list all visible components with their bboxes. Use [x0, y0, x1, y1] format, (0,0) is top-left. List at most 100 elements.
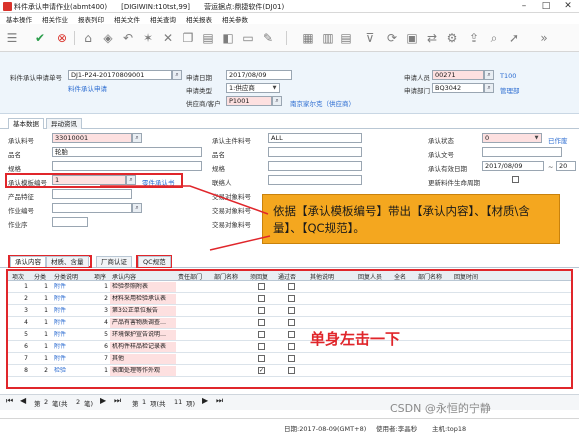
- cell-cat[interactable]: 1: [34, 295, 48, 303]
- pager-item-no[interactable]: 1: [142, 398, 146, 406]
- cell-content[interactable]: 检验参照附表: [112, 283, 176, 291]
- table-row[interactable]: 6 1 附件 6 机构件样品检记录表: [8, 342, 571, 353]
- watermark: CSDN @永恒的宁静: [390, 402, 491, 415]
- cell-seq[interactable]: 8: [12, 367, 28, 375]
- tab-qc-spec[interactable]: QC规范: [138, 256, 171, 267]
- cell-no[interactable]: 2: [94, 295, 108, 303]
- col-reply-time[interactable]: 回复时间: [454, 272, 478, 281]
- cell-cat-desc[interactable]: 附件: [54, 355, 88, 363]
- reply-checkbox[interactable]: [258, 331, 265, 338]
- cell-content[interactable]: 材料采用检验承认表: [112, 295, 176, 303]
- table-row[interactable]: 3 1 附件 3 第3公正单位报告: [8, 306, 571, 317]
- cell-no[interactable]: 1: [94, 283, 108, 291]
- cell-content[interactable]: 第3公正单位报告: [112, 307, 176, 315]
- pager-page[interactable]: 2: [44, 398, 48, 406]
- cell-seq[interactable]: 4: [12, 319, 28, 327]
- reply-checkbox[interactable]: [258, 307, 265, 314]
- last-item-icon[interactable]: ⏭: [216, 396, 223, 406]
- tab-approval-content[interactable]: 承认内容: [10, 256, 46, 267]
- cell-no[interactable]: 1: [94, 367, 108, 375]
- pager-item-of: 项(共: [150, 400, 166, 408]
- next-page-icon[interactable]: ▶: [100, 396, 106, 405]
- cell-content[interactable]: 产品有害物质调查…: [112, 319, 176, 327]
- col-dept-name2[interactable]: 部门名称: [418, 272, 442, 281]
- cell-cat-desc[interactable]: 附件: [54, 307, 88, 315]
- cell-seq[interactable]: 6: [12, 343, 28, 351]
- reply-checkbox[interactable]: [258, 319, 265, 326]
- col-fullname[interactable]: 全名: [394, 272, 406, 281]
- pager-total: 2: [76, 398, 81, 406]
- cell-cat-desc[interactable]: 附件: [54, 343, 88, 351]
- pager-item-total: 11: [174, 398, 183, 406]
- pass-checkbox[interactable]: [288, 295, 295, 302]
- cell-content[interactable]: 环境保护宣告说明…: [112, 331, 176, 339]
- cell-content[interactable]: 其他: [112, 355, 176, 363]
- table-row[interactable]: 5 1 附件 5 环境保护宣告说明…: [8, 330, 571, 341]
- reply-checkbox[interactable]: ✓: [258, 367, 265, 374]
- cell-cat[interactable]: 1: [34, 355, 48, 363]
- click-annotation: 单身左击一下: [310, 330, 401, 348]
- cell-cat-desc[interactable]: 附件: [54, 283, 88, 291]
- col-dept-name[interactable]: 部门名称: [214, 272, 238, 281]
- col-no[interactable]: 项序: [94, 272, 106, 281]
- table-row[interactable]: 8 2 检验 1 表面处理等作外观 ✓: [8, 366, 571, 377]
- col-resp-dept[interactable]: 责任部门: [178, 272, 202, 281]
- cell-no[interactable]: 6: [94, 343, 108, 351]
- last-page-icon[interactable]: ⏭: [114, 396, 121, 406]
- pager-bar: ⏮ ◀ 第 2 笔(共 2 笔) ▶ ⏭ 第 1 项(共 11 项) ▶ ⏭: [0, 394, 579, 410]
- pass-checkbox[interactable]: [288, 307, 295, 314]
- cell-no[interactable]: 4: [94, 319, 108, 327]
- cell-cat-desc[interactable]: 检验: [54, 367, 88, 375]
- col-content[interactable]: 承认内容: [112, 272, 136, 281]
- cell-seq[interactable]: 5: [12, 331, 28, 339]
- table-row[interactable]: 4 1 附件 4 产品有害物质调查…: [8, 318, 571, 329]
- table-row[interactable]: 7 1 附件 7 其他: [8, 354, 571, 365]
- cell-cat[interactable]: 1: [34, 319, 48, 327]
- col-cat[interactable]: 分类: [34, 272, 46, 281]
- col-other[interactable]: 其他说明: [310, 272, 334, 281]
- first-page-icon[interactable]: ⏮: [6, 396, 13, 406]
- cell-cat[interactable]: 1: [34, 307, 48, 315]
- pass-checkbox[interactable]: [288, 367, 295, 374]
- reply-checkbox[interactable]: [258, 295, 265, 302]
- cell-cat[interactable]: 1: [34, 343, 48, 351]
- cell-seq[interactable]: 3: [12, 307, 28, 315]
- pass-checkbox[interactable]: [288, 319, 295, 326]
- cell-seq[interactable]: 2: [12, 295, 28, 303]
- cell-cat[interactable]: 1: [34, 283, 48, 291]
- cell-no[interactable]: 7: [94, 355, 108, 363]
- cell-no[interactable]: 3: [94, 307, 108, 315]
- status-host: 主机:top18: [432, 425, 467, 433]
- col-reply[interactable]: 须回复: [250, 272, 268, 281]
- cell-cat[interactable]: 2: [34, 367, 48, 375]
- pass-checkbox[interactable]: [288, 283, 295, 290]
- cell-cat-desc[interactable]: 附件: [54, 319, 88, 327]
- cell-cat[interactable]: 1: [34, 331, 48, 339]
- reply-checkbox[interactable]: [258, 343, 265, 350]
- pass-checkbox[interactable]: [288, 343, 295, 350]
- prev-page-icon[interactable]: ◀: [20, 396, 26, 405]
- reply-checkbox[interactable]: [258, 283, 265, 290]
- cell-cat-desc[interactable]: 附件: [54, 295, 88, 303]
- pager-unit: 笔): [84, 400, 94, 408]
- pass-checkbox[interactable]: [288, 331, 295, 338]
- next-item-icon[interactable]: ▶: [202, 396, 208, 405]
- detail-grid[interactable]: 项次 分类 分类说明 项序 承认内容 责任部门 部门名称 须回复 通过否 其他说…: [6, 269, 573, 389]
- table-row[interactable]: 2 1 附件 2 材料采用检验承认表: [8, 294, 571, 305]
- col-replier[interactable]: 回复人员: [358, 272, 382, 281]
- reply-checkbox[interactable]: [258, 355, 265, 362]
- cell-content[interactable]: 表面处理等作外观: [112, 367, 176, 375]
- cell-no[interactable]: 5: [94, 331, 108, 339]
- tab-material-content[interactable]: 材质、含量: [46, 256, 89, 267]
- tab-vendor-cert[interactable]: 厂商认证: [96, 256, 132, 267]
- col-seq[interactable]: 项次: [12, 272, 24, 281]
- arrow-to-tabs: [209, 235, 271, 251]
- cell-seq[interactable]: 7: [12, 355, 28, 363]
- pass-checkbox[interactable]: [288, 355, 295, 362]
- table-row[interactable]: 1 1 附件 1 检验参照附表: [8, 282, 571, 293]
- col-cat-desc[interactable]: 分类说明: [54, 272, 78, 281]
- cell-seq[interactable]: 1: [12, 283, 28, 291]
- cell-content[interactable]: 机构件样品检记录表: [112, 343, 176, 351]
- cell-cat-desc[interactable]: 附件: [54, 331, 88, 339]
- col-pass[interactable]: 通过否: [278, 272, 296, 281]
